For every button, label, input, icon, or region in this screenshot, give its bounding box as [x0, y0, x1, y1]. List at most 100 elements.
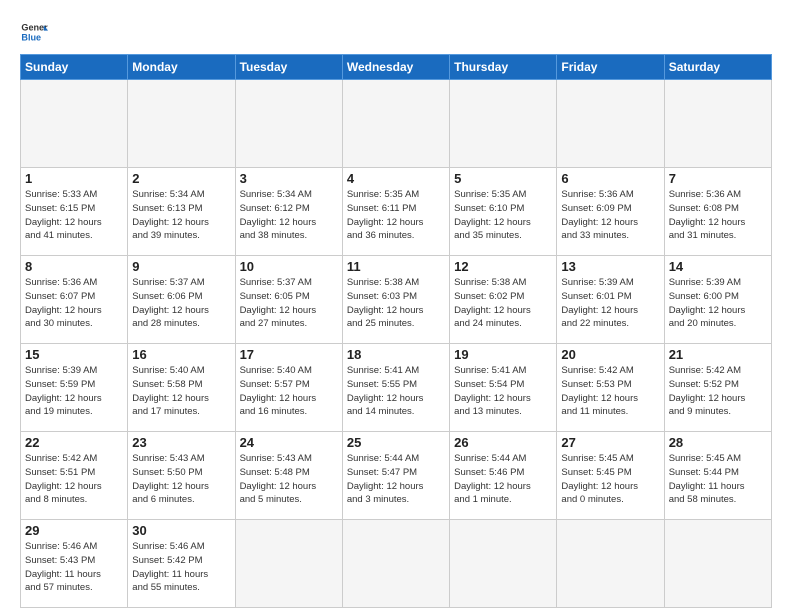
day-number: 29: [25, 523, 123, 538]
day-number: 15: [25, 347, 123, 362]
day-number: 18: [347, 347, 445, 362]
calendar-cell: [664, 520, 771, 608]
calendar-cell: 2 Sunrise: 5:34 AM Sunset: 6:13 PM Daylig…: [128, 168, 235, 256]
weekday-header-wednesday: Wednesday: [342, 55, 449, 80]
day-info: Sunrise: 5:35 AM Sunset: 6:11 PM Dayligh…: [347, 188, 445, 243]
calendar-cell: 28 Sunrise: 5:45 AM Sunset: 5:44 PM Dayli…: [664, 432, 771, 520]
calendar-cell: 26 Sunrise: 5:44 AM Sunset: 5:46 PM Dayli…: [450, 432, 557, 520]
day-number: 5: [454, 171, 552, 186]
calendar-cell: 22 Sunrise: 5:42 AM Sunset: 5:51 PM Dayli…: [21, 432, 128, 520]
calendar-cell: [557, 520, 664, 608]
day-number: 6: [561, 171, 659, 186]
weekday-header-saturday: Saturday: [664, 55, 771, 80]
calendar-cell: 7 Sunrise: 5:36 AM Sunset: 6:08 PM Daylig…: [664, 168, 771, 256]
calendar-cell: 24 Sunrise: 5:43 AM Sunset: 5:48 PM Dayli…: [235, 432, 342, 520]
day-number: 20: [561, 347, 659, 362]
calendar-cell: 29Sunrise: 5:46 AM Sunset: 5:43 PM Dayli…: [21, 520, 128, 608]
day-number: 1: [25, 171, 123, 186]
day-info: Sunrise: 5:42 AM Sunset: 5:53 PM Dayligh…: [561, 364, 659, 419]
day-info: Sunrise: 5:43 AM Sunset: 5:50 PM Dayligh…: [132, 452, 230, 507]
day-number: 3: [240, 171, 338, 186]
weekday-header-monday: Monday: [128, 55, 235, 80]
calendar-cell: [235, 520, 342, 608]
calendar-cell: 3 Sunrise: 5:34 AM Sunset: 6:12 PM Daylig…: [235, 168, 342, 256]
calendar-cell: 18 Sunrise: 5:41 AM Sunset: 5:55 PM Dayli…: [342, 344, 449, 432]
header: General Blue: [20, 18, 772, 46]
calendar-cell: 8Sunrise: 5:36 AM Sunset: 6:07 PM Daylig…: [21, 256, 128, 344]
calendar-cell: [557, 80, 664, 168]
calendar-cell: [21, 80, 128, 168]
calendar-cell: [664, 80, 771, 168]
day-info: Sunrise: 5:43 AM Sunset: 5:48 PM Dayligh…: [240, 452, 338, 507]
calendar-cell: [450, 80, 557, 168]
day-number: 23: [132, 435, 230, 450]
day-number: 26: [454, 435, 552, 450]
calendar-cell: 10Sunrise: 5:37 AM Sunset: 6:05 PM Dayli…: [235, 256, 342, 344]
calendar-table: SundayMondayTuesdayWednesdayThursdayFrid…: [20, 54, 772, 608]
calendar-cell: 17Sunrise: 5:40 AM Sunset: 5:57 PM Dayli…: [235, 344, 342, 432]
calendar-cell: [235, 80, 342, 168]
calendar-cell: 9 Sunrise: 5:37 AM Sunset: 6:06 PM Daylig…: [128, 256, 235, 344]
day-info: Sunrise: 5:36 AM Sunset: 6:08 PM Dayligh…: [669, 188, 767, 243]
calendar-cell: 4 Sunrise: 5:35 AM Sunset: 6:11 PM Daylig…: [342, 168, 449, 256]
day-info: Sunrise: 5:34 AM Sunset: 6:12 PM Dayligh…: [240, 188, 338, 243]
day-number: 4: [347, 171, 445, 186]
day-info: Sunrise: 5:46 AM Sunset: 5:42 PM Dayligh…: [132, 540, 230, 595]
day-number: 14: [669, 259, 767, 274]
day-number: 7: [669, 171, 767, 186]
day-info: Sunrise: 5:33 AM Sunset: 6:15 PM Dayligh…: [25, 188, 123, 243]
day-info: Sunrise: 5:44 AM Sunset: 5:46 PM Dayligh…: [454, 452, 552, 507]
day-number: 27: [561, 435, 659, 450]
calendar-cell: 25 Sunrise: 5:44 AM Sunset: 5:47 PM Dayli…: [342, 432, 449, 520]
calendar-cell: 20 Sunrise: 5:42 AM Sunset: 5:53 PM Dayli…: [557, 344, 664, 432]
day-number: 30: [132, 523, 230, 538]
calendar-cell: [128, 80, 235, 168]
day-info: Sunrise: 5:36 AM Sunset: 6:07 PM Dayligh…: [25, 276, 123, 331]
day-number: 19: [454, 347, 552, 362]
calendar-cell: [342, 520, 449, 608]
calendar-cell: 21Sunrise: 5:42 AM Sunset: 5:52 PM Dayli…: [664, 344, 771, 432]
day-info: Sunrise: 5:41 AM Sunset: 5:54 PM Dayligh…: [454, 364, 552, 419]
day-info: Sunrise: 5:41 AM Sunset: 5:55 PM Dayligh…: [347, 364, 445, 419]
calendar-cell: 16 Sunrise: 5:40 AM Sunset: 5:58 PM Dayli…: [128, 344, 235, 432]
day-number: 25: [347, 435, 445, 450]
day-info: Sunrise: 5:45 AM Sunset: 5:45 PM Dayligh…: [561, 452, 659, 507]
day-info: Sunrise: 5:44 AM Sunset: 5:47 PM Dayligh…: [347, 452, 445, 507]
day-number: 13: [561, 259, 659, 274]
day-info: Sunrise: 5:35 AM Sunset: 6:10 PM Dayligh…: [454, 188, 552, 243]
calendar-cell: 30 Sunrise: 5:46 AM Sunset: 5:42 PM Dayli…: [128, 520, 235, 608]
calendar-cell: [450, 520, 557, 608]
weekday-header-friday: Friday: [557, 55, 664, 80]
logo-icon: General Blue: [20, 18, 48, 46]
day-info: Sunrise: 5:36 AM Sunset: 6:09 PM Dayligh…: [561, 188, 659, 243]
calendar-cell: 5 Sunrise: 5:35 AM Sunset: 6:10 PM Daylig…: [450, 168, 557, 256]
day-info: Sunrise: 5:42 AM Sunset: 5:51 PM Dayligh…: [25, 452, 123, 507]
calendar-cell: 6 Sunrise: 5:36 AM Sunset: 6:09 PM Daylig…: [557, 168, 664, 256]
calendar-cell: 19 Sunrise: 5:41 AM Sunset: 5:54 PM Dayli…: [450, 344, 557, 432]
day-info: Sunrise: 5:39 AM Sunset: 6:00 PM Dayligh…: [669, 276, 767, 331]
day-number: 16: [132, 347, 230, 362]
day-info: Sunrise: 5:40 AM Sunset: 5:58 PM Dayligh…: [132, 364, 230, 419]
day-number: 24: [240, 435, 338, 450]
day-info: Sunrise: 5:45 AM Sunset: 5:44 PM Dayligh…: [669, 452, 767, 507]
calendar-cell: 23 Sunrise: 5:43 AM Sunset: 5:50 PM Dayli…: [128, 432, 235, 520]
day-info: Sunrise: 5:42 AM Sunset: 5:52 PM Dayligh…: [669, 364, 767, 419]
day-number: 2: [132, 171, 230, 186]
day-number: 11: [347, 259, 445, 274]
day-info: Sunrise: 5:39 AM Sunset: 6:01 PM Dayligh…: [561, 276, 659, 331]
day-number: 9: [132, 259, 230, 274]
calendar-cell: 15Sunrise: 5:39 AM Sunset: 5:59 PM Dayli…: [21, 344, 128, 432]
day-info: Sunrise: 5:37 AM Sunset: 6:05 PM Dayligh…: [240, 276, 338, 331]
day-info: Sunrise: 5:34 AM Sunset: 6:13 PM Dayligh…: [132, 188, 230, 243]
page: General Blue SundayMondayTuesdayWednesda…: [0, 0, 792, 612]
calendar-cell: 14 Sunrise: 5:39 AM Sunset: 6:00 PM Dayli…: [664, 256, 771, 344]
logo: General Blue: [20, 18, 52, 46]
day-number: 28: [669, 435, 767, 450]
day-info: Sunrise: 5:38 AM Sunset: 6:03 PM Dayligh…: [347, 276, 445, 331]
day-number: 17: [240, 347, 338, 362]
weekday-header-tuesday: Tuesday: [235, 55, 342, 80]
weekday-header-sunday: Sunday: [21, 55, 128, 80]
day-info: Sunrise: 5:37 AM Sunset: 6:06 PM Dayligh…: [132, 276, 230, 331]
day-number: 12: [454, 259, 552, 274]
day-number: 22: [25, 435, 123, 450]
